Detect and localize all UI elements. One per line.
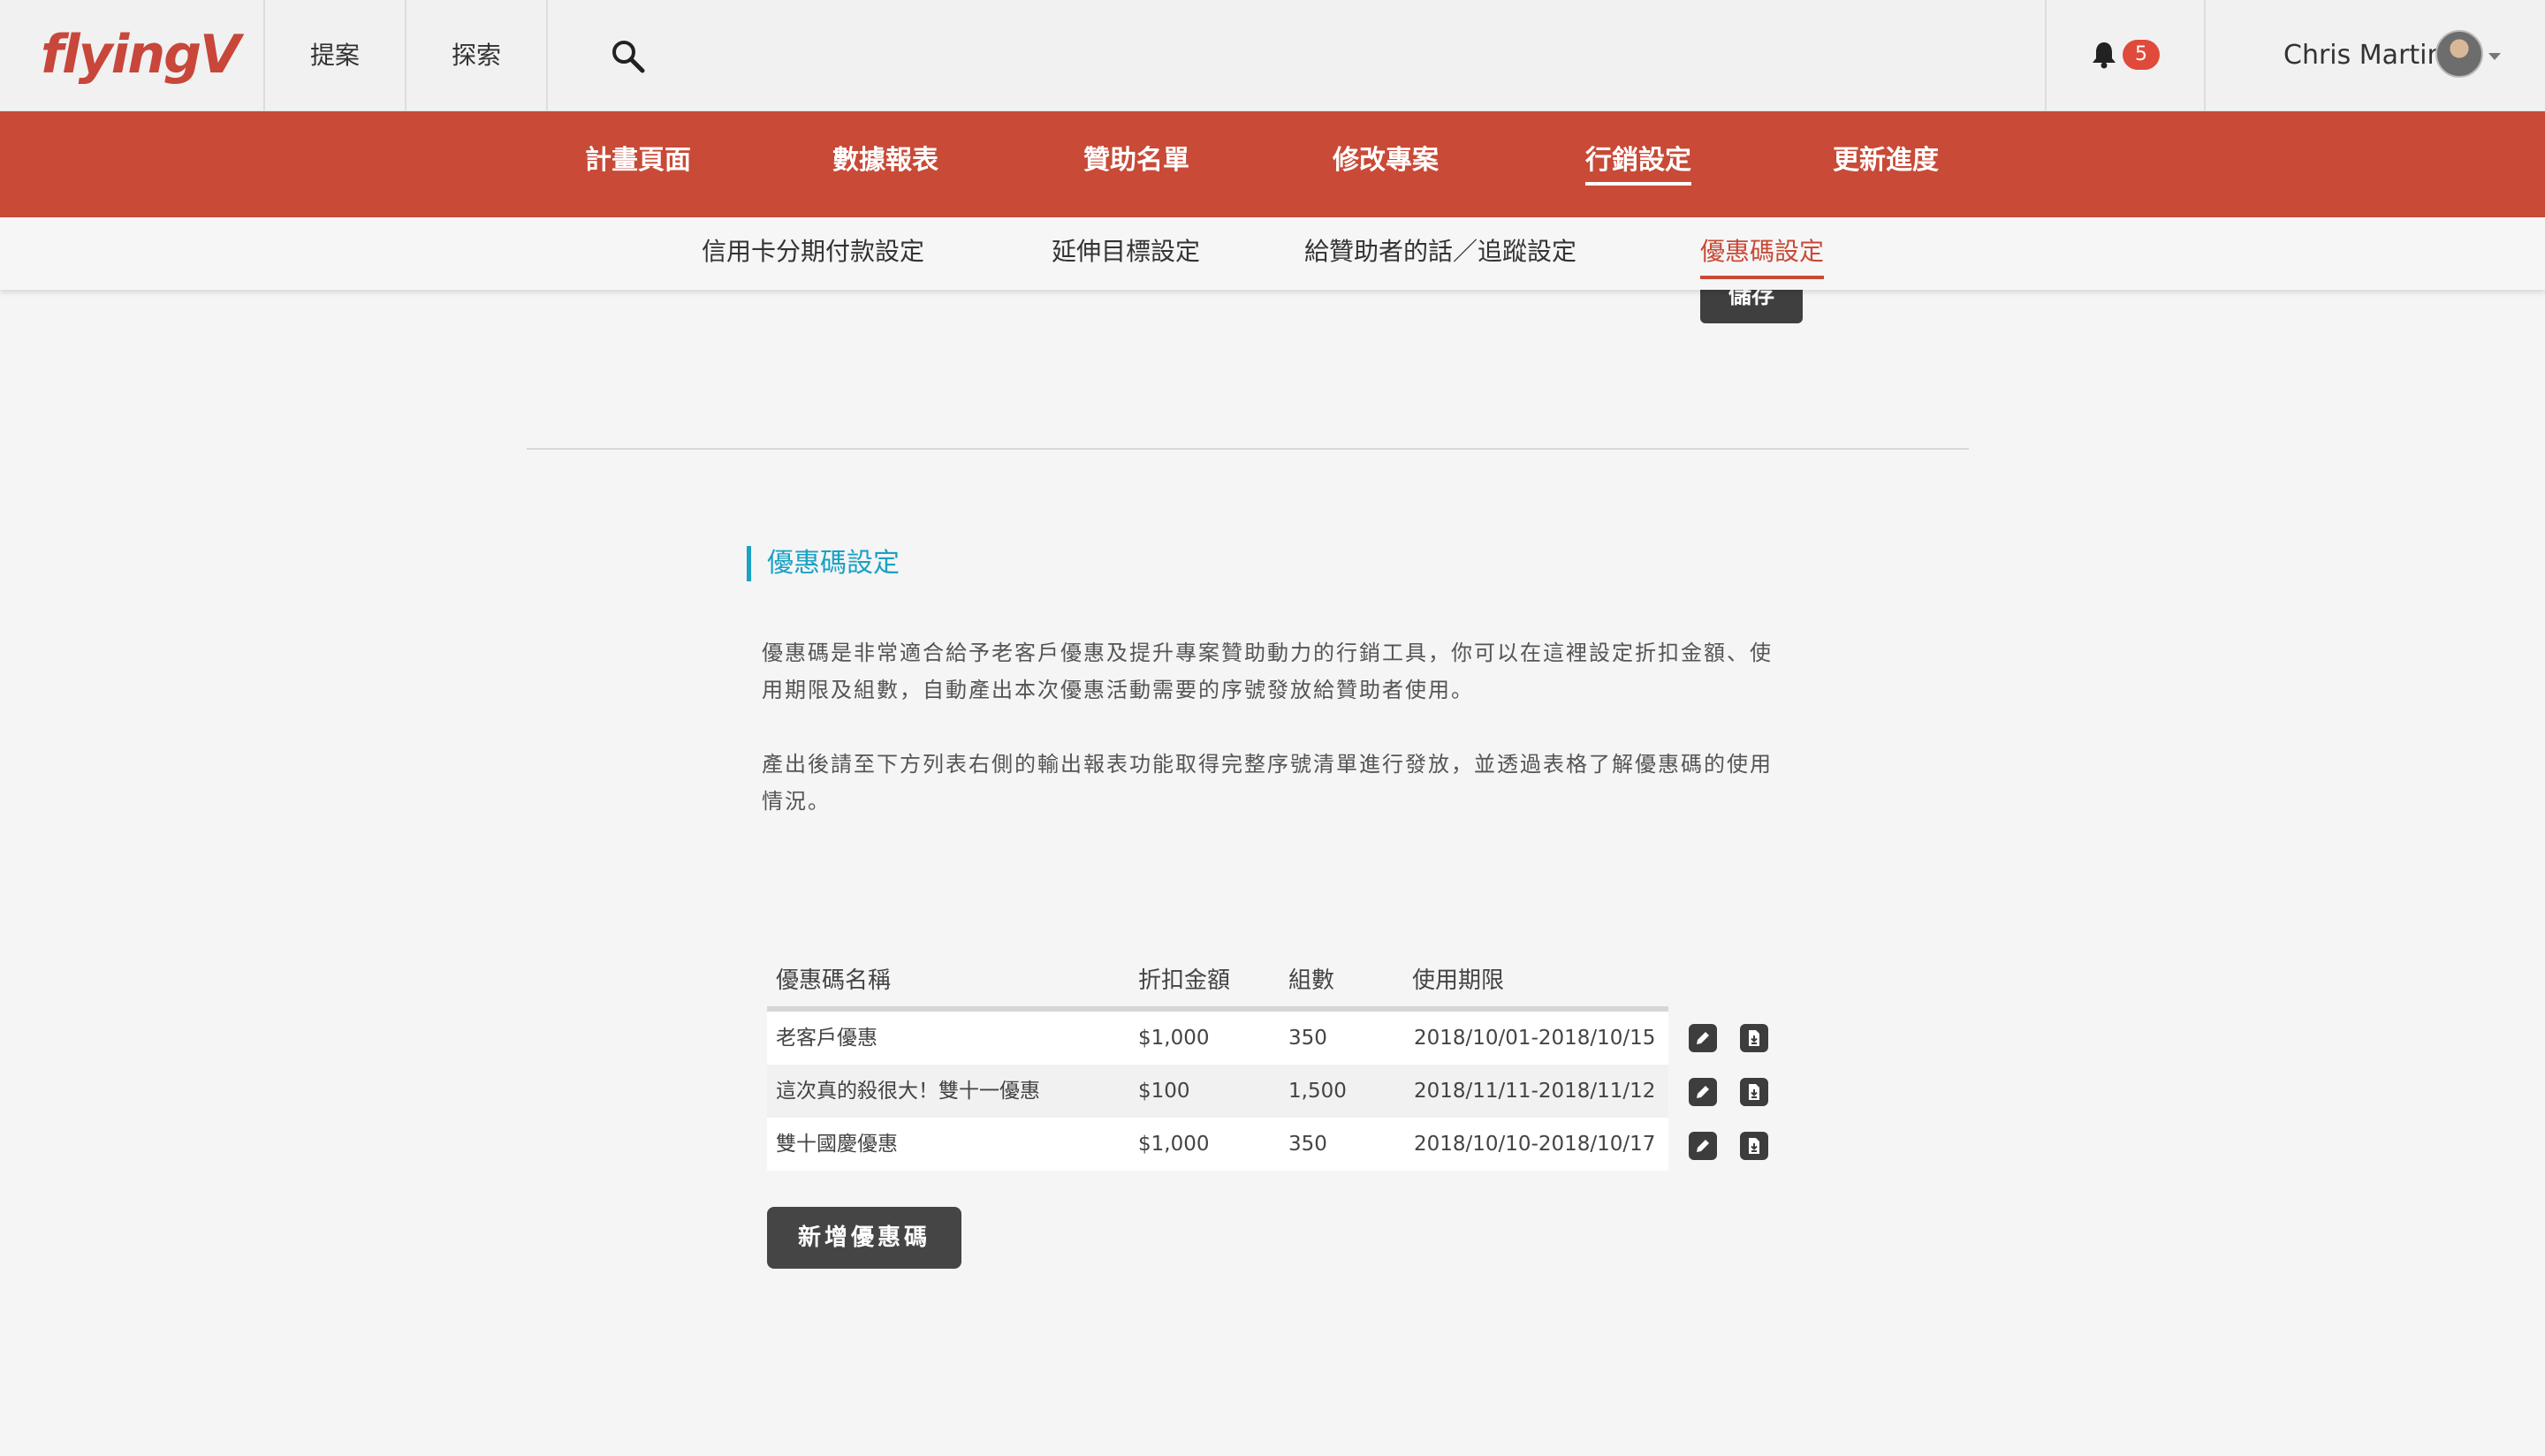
description-line: 情況。 — [762, 789, 831, 814]
coupon-count: 350 — [1288, 1027, 1327, 1050]
flyingv-logo[interactable]: flyingV — [41, 19, 240, 90]
header-divider — [546, 0, 548, 111]
pencil-icon[interactable] — [1689, 1132, 1717, 1160]
tab-marketing-settings[interactable]: 行銷設定 — [1585, 111, 1691, 217]
header-divider — [2204, 0, 2206, 111]
description-line: 產出後請至下方列表右側的輸出報表功能取得完整序號清單進行發放，並透過表格了解優惠… — [762, 752, 1773, 777]
download-file-icon[interactable] — [1740, 1132, 1768, 1160]
tab-data-report[interactable]: 數據報表 — [832, 111, 938, 217]
coupon-name: 這次真的殺很大！雙十一優惠 — [776, 1080, 1040, 1103]
coupon-count: 350 — [1288, 1133, 1327, 1156]
description-line: 用期限及組數，自動產出本次優惠活動需要的序號發放給贊助者使用。 — [762, 678, 1474, 702]
coupon-amount: $100 — [1138, 1080, 1190, 1103]
coupon-amount: $1,000 — [1138, 1133, 1210, 1156]
coupon-name: 老客戶優惠 — [776, 1027, 877, 1050]
coupon-period: 2018/10/01-2018/10/15 — [1414, 1027, 1656, 1050]
column-header-amount: 折扣金額 — [1138, 967, 1231, 994]
nav-explore-link[interactable]: 探索 — [406, 0, 546, 111]
user-name[interactable]: Chris Martin — [2283, 0, 2444, 111]
pencil-icon[interactable] — [1689, 1024, 1717, 1052]
tab-edit-project[interactable]: 修改專案 — [1333, 111, 1439, 217]
pencil-icon[interactable] — [1689, 1078, 1717, 1106]
table-row: 雙十國慶優惠 $1,000 350 2018/10/10-2018/10/17 — [767, 1118, 1668, 1171]
column-header-count: 組數 — [1288, 967, 1335, 994]
subtab-sponsor-message-settings[interactable]: 給贊助者的話／追蹤設定 — [1304, 217, 1576, 290]
table-row: 老客戶優惠 $1,000 350 2018/10/01-2018/10/15 — [767, 1012, 1668, 1065]
search-icon[interactable] — [610, 38, 647, 75]
coupon-period: 2018/11/11-2018/11/12 — [1414, 1080, 1656, 1103]
coupon-amount: $1,000 — [1138, 1027, 1210, 1050]
column-header-name: 優惠碼名稱 — [776, 967, 892, 994]
coupon-count: 1,500 — [1288, 1080, 1347, 1103]
coupon-period: 2018/10/10-2018/10/17 — [1414, 1133, 1656, 1156]
download-file-icon[interactable] — [1740, 1078, 1768, 1106]
table-row: 這次真的殺很大！雙十一優惠 $100 1,500 2018/11/11-2018… — [767, 1065, 1668, 1118]
section-title: 優惠碼設定 — [747, 546, 900, 581]
nav-propose-link[interactable]: 提案 — [265, 0, 405, 111]
header-divider — [2045, 0, 2047, 111]
coupon-description: 優惠碼是非常適合給予老客戶優惠及提升專案贊助動力的行銷工具，你可以在這裡設定折扣… — [762, 634, 1797, 709]
subtab-coupon-settings[interactable]: 優惠碼設定 — [1700, 217, 1825, 290]
subtab-stretch-goal-settings[interactable]: 延伸目標設定 — [1052, 217, 1200, 290]
description-line: 優惠碼是非常適合給予老客戶優惠及提升專案贊助動力的行銷工具，你可以在這裡設定折扣… — [762, 641, 1773, 665]
coupon-instructions: 產出後請至下方列表右側的輸出報表功能取得完整序號清單進行發放，並透過表格了解優惠… — [762, 746, 1797, 820]
tab-project-page[interactable]: 計畫頁面 — [585, 111, 691, 217]
top-header: flyingV 提案 探索 5 Chris Martin — [0, 0, 2545, 111]
add-coupon-button[interactable]: 新增優惠碼 — [767, 1207, 961, 1269]
chevron-down-icon[interactable] — [2488, 53, 2501, 60]
marketing-sub-nav: 信用卡分期付款設定 延伸目標設定 給贊助者的話／追蹤設定 優惠碼設定 — [0, 217, 2545, 290]
section-divider — [527, 448, 1969, 450]
user-avatar[interactable] — [2435, 30, 2483, 78]
notification-count-badge[interactable]: 5 — [2123, 40, 2160, 70]
coupon-name: 雙十國慶優惠 — [776, 1133, 898, 1156]
bell-icon[interactable] — [2091, 41, 2117, 69]
download-file-icon[interactable] — [1740, 1024, 1768, 1052]
subtab-installment-settings[interactable]: 信用卡分期付款設定 — [702, 217, 924, 290]
tab-update-progress[interactable]: 更新進度 — [1833, 111, 1939, 217]
column-header-period: 使用期限 — [1412, 967, 1505, 994]
tab-sponsor-list[interactable]: 贊助名單 — [1083, 111, 1189, 217]
project-main-nav: 計畫頁面 數據報表 贊助名單 修改專案 行銷設定 更新進度 — [0, 111, 2545, 217]
